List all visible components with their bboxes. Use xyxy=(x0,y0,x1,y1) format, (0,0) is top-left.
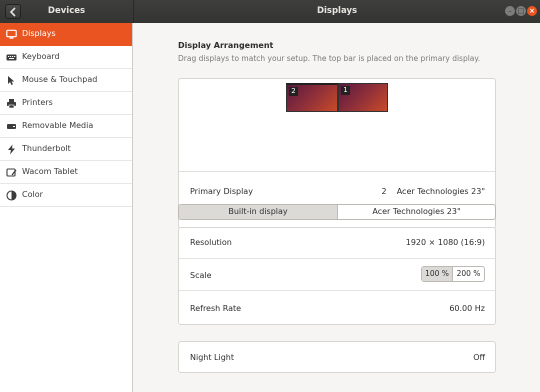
night-light-status: Off xyxy=(473,353,485,362)
monitor-number-badge: 1 xyxy=(341,86,350,95)
sidebar: Displays Keyboard Mouse & Touchpad Print… xyxy=(0,23,133,392)
refresh-rate-select[interactable]: 60.00 Hz xyxy=(449,304,485,313)
section-subtitle: Drag displays to match your setup. The t… xyxy=(178,54,481,63)
display-icon xyxy=(6,29,17,39)
sidebar-item-label: Wacom Tablet xyxy=(22,167,78,176)
header-bar: Devices Displays – □ × xyxy=(0,0,540,23)
arrangement-canvas: 2 1 xyxy=(179,79,495,172)
maximize-icon: □ xyxy=(517,7,525,15)
sidebar-item-wacom-tablet[interactable]: Wacom Tablet xyxy=(0,161,132,184)
sidebar-item-label: Displays xyxy=(22,29,56,38)
monitor-1[interactable]: 1 xyxy=(338,83,388,112)
sidebar-item-removable-media[interactable]: Removable Media xyxy=(0,115,132,138)
minimize-button[interactable]: – xyxy=(505,6,515,16)
primary-display-select[interactable]: 2 Acer Technologies 23" xyxy=(381,187,485,196)
tablet-icon xyxy=(6,168,17,177)
divider xyxy=(179,290,495,291)
sidebar-item-keyboard[interactable]: Keyboard xyxy=(0,46,132,69)
night-light-label: Night Light xyxy=(190,353,234,362)
sidebar-item-label: Color xyxy=(22,190,43,199)
scale-label: Scale xyxy=(190,271,212,280)
sidebar-item-label: Removable Media xyxy=(22,121,94,130)
sidebar-item-label: Mouse & Touchpad xyxy=(22,75,98,84)
resolution-select[interactable]: 1920 × 1080 (16:9) xyxy=(406,238,485,247)
sidebar-item-label: Keyboard xyxy=(22,52,60,61)
mouse-icon xyxy=(8,76,15,85)
scale-100-button[interactable]: 100 % xyxy=(422,267,453,281)
monitor-2[interactable]: 2 xyxy=(286,83,338,112)
main-content: Display Arrangement Drag displays to mat… xyxy=(134,23,540,392)
primary-display-number: 2 xyxy=(381,187,387,196)
sidebar-item-printers[interactable]: Printers xyxy=(0,92,132,115)
panel-title: Devices xyxy=(47,6,86,16)
printer-icon xyxy=(7,99,16,109)
refresh-rate-label: Refresh Rate xyxy=(190,304,242,313)
primary-display-label: Primary Display xyxy=(190,187,253,196)
sidebar-item-label: Printers xyxy=(22,98,53,107)
color-icon xyxy=(6,190,17,201)
scale-toggle-group: 100 % 200 % xyxy=(421,266,485,282)
section-title: Display Arrangement xyxy=(178,41,274,50)
thunderbolt-icon xyxy=(8,144,15,155)
sidebar-item-thunderbolt[interactable]: Thunderbolt xyxy=(0,138,132,161)
resolution-label: Resolution xyxy=(190,238,232,247)
primary-display-name: Acer Technologies 23" xyxy=(396,187,485,196)
sidebar-item-color[interactable]: Color xyxy=(0,184,132,207)
minimize-icon: – xyxy=(508,7,512,15)
sidebar-item-displays[interactable]: Displays xyxy=(0,23,132,46)
sidebar-item-mouse-touchpad[interactable]: Mouse & Touchpad xyxy=(0,69,132,92)
close-icon: × xyxy=(529,7,535,15)
divider xyxy=(179,258,495,259)
display-tabs: Built-in display Acer Technologies 23" xyxy=(178,204,496,220)
maximize-button[interactable]: □ xyxy=(516,6,526,16)
removable-media-icon xyxy=(7,124,16,129)
close-button[interactable]: × xyxy=(527,6,537,16)
tab-built-in-display[interactable]: Built-in display xyxy=(179,205,338,219)
sidebar-item-label: Thunderbolt xyxy=(22,144,71,153)
monitor-number-badge: 2 xyxy=(289,87,298,96)
keyboard-icon xyxy=(6,54,17,61)
night-light-panel[interactable]: Night Light Off xyxy=(178,341,496,373)
tab-acer-display[interactable]: Acer Technologies 23" xyxy=(338,205,495,219)
page-title: Displays xyxy=(316,6,358,16)
display-settings-panel: Resolution 1920 × 1080 (16:9) Scale 100 … xyxy=(178,227,496,325)
scale-200-button[interactable]: 200 % xyxy=(453,267,484,281)
